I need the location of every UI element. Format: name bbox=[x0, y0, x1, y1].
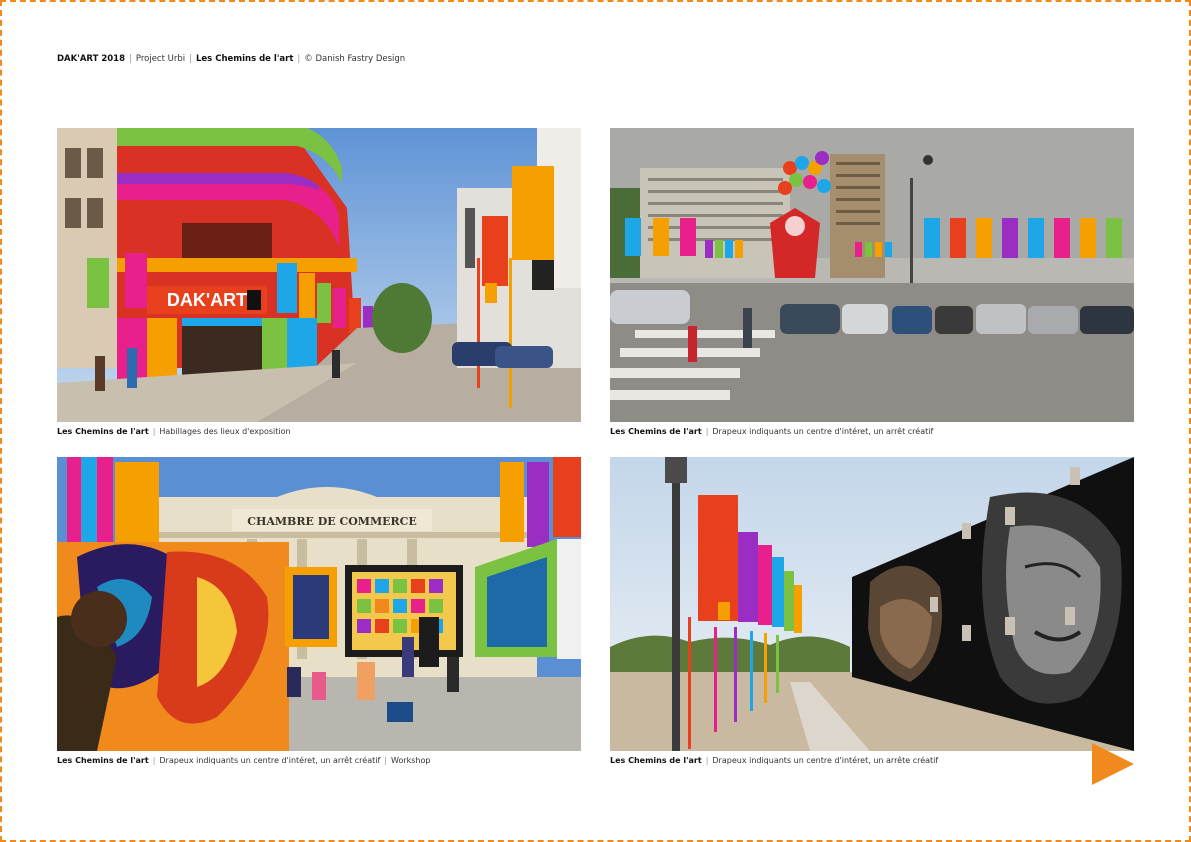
venue-sign-text: DAK'ART bbox=[167, 290, 247, 310]
header-project: Project Urbi bbox=[135, 54, 186, 64]
header-section: Les Chemins de l'art bbox=[196, 54, 294, 64]
photo-workshop: CHAMBRE DE COMMERCE bbox=[57, 457, 581, 751]
next-arrow-icon[interactable] bbox=[1092, 743, 1134, 785]
building-sign-text: CHAMBRE DE COMMERCE bbox=[247, 515, 417, 528]
caption-photo-4: Les Chemins de l'art | Drapeux indiquants … bbox=[610, 756, 939, 765]
photo-square-flags bbox=[610, 128, 1134, 422]
photo-portrait-wall bbox=[610, 457, 1134, 751]
caption-photo-3: Les Chemins de l'art | Drapeux indiquants … bbox=[57, 756, 431, 765]
caption-photo-2: Les Chemins de l'art | Drapeux indiquants … bbox=[610, 427, 934, 436]
caption-photo-1: Les Chemins de l'art | Habillages des lieu… bbox=[57, 427, 291, 436]
photo-exhibition-venue: DAK'ART bbox=[57, 128, 581, 422]
header-brand: DAK'ART 2018 bbox=[57, 54, 125, 64]
header-credit: © Danish Fastry Design bbox=[304, 54, 406, 64]
page-header: DAK'ART 2018 | Project Urbi | Les Chemins de… bbox=[57, 54, 406, 64]
